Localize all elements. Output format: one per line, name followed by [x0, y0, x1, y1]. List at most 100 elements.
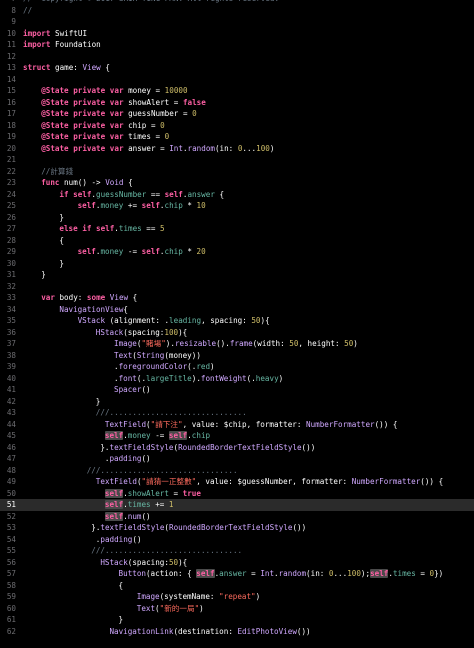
code-token: ... [242, 143, 257, 153]
code-line[interactable]: 16 @State private var showAlert = false [0, 97, 474, 109]
code-line[interactable]: 46}.textFieldStyle(RoundedBorderTextFiel… [0, 442, 474, 454]
line-number: 42 [6, 396, 16, 406]
code-token: Spacer [114, 385, 142, 394]
code-line[interactable]: 45 self.money -= self.chip [0, 430, 474, 442]
code-text: @State private var times = 0 [41, 131, 169, 143]
code-line[interactable]: 33 var body: some View { [0, 292, 474, 304]
line-number: 15 [6, 86, 16, 95]
code-token: self [73, 189, 92, 199]
code-line[interactable]: 18 @State private var chip = 0 [0, 120, 474, 132]
code-line[interactable]: 23 func num() -> Void { [0, 177, 474, 189]
code-text: Text("新的一局") [137, 603, 204, 615]
code-text: .padding() [105, 453, 151, 465]
code-line[interactable]: 22 //計算錢 [0, 166, 474, 178]
code-line[interactable]: 13 struct game: View { [0, 62, 474, 74]
code-line[interactable]: 30} [0, 258, 474, 270]
code-token: NumberFormatter [351, 477, 421, 486]
line-number: 21 [6, 155, 16, 164]
code-line[interactable]: 12 [0, 51, 474, 63]
code-line[interactable]: 25 self.money += self.chip * 10 [0, 200, 474, 212]
line-number: 23 [6, 178, 16, 187]
code-line[interactable]: 44 TextField("請下注", value: $chip, formatt… [0, 419, 474, 431]
line-number: 52 [6, 511, 16, 521]
code-line[interactable]: 40 .font(.largeTitle).fontWeight(.heavy) [0, 373, 474, 385]
code-text: NavigationView{ [59, 304, 128, 316]
code-line[interactable]: 14 [0, 74, 474, 86]
code-token: Void [105, 178, 124, 187]
code-line[interactable]: 54 .padding() [0, 534, 474, 546]
code-line[interactable]: 51 self.times += 1 [0, 499, 474, 511]
code-line[interactable]: 24 if self.guessNumber == self.answer { [0, 189, 474, 201]
code-line[interactable]: 43 ///.............................. [0, 407, 474, 419]
code-line[interactable]: 52 self.num() [0, 511, 474, 523]
code-token: TextField [95, 477, 137, 486]
code-line[interactable]: 49 TextField("請猜一正整數", value: $guessNumbe… [0, 476, 474, 488]
code-line[interactable]: 60 Text("新的一局") [0, 603, 474, 615]
code-line[interactable]: 57 Button(action: { self.answer = Int.ran… [0, 568, 474, 580]
code-token: } [41, 270, 46, 279]
code-line[interactable]: 47 .padding() [0, 453, 474, 465]
code-token: NumberFormatter [306, 419, 375, 429]
code-text: Image("賭場").resizable().frame(width: 50,… [114, 338, 358, 350]
code-line[interactable]: 19 @State private var times = 0 [0, 131, 474, 143]
code-line[interactable]: 17 @State private var guessNumber = 0 [0, 108, 474, 120]
line-number: 60 [6, 603, 16, 613]
code-line[interactable]: 15 @State private var money = 10000 [0, 85, 474, 97]
code-line[interactable]: 26} [0, 212, 474, 224]
code-token: NavigationLink [109, 626, 174, 636]
code-token: (spacing: [127, 557, 169, 567]
code-line[interactable]: 10 import SwiftUI [0, 28, 474, 40]
line-number: 40 [6, 373, 16, 383]
code-token: @State [41, 132, 69, 141]
code-token: "請下注" [150, 419, 183, 429]
code-line[interactable]: 55 ///.............................. [0, 545, 474, 557]
line-number: 54 [6, 534, 16, 544]
code-token: = [415, 569, 430, 578]
line-number: 38 [6, 350, 16, 360]
code-line[interactable]: 21 [0, 154, 474, 166]
code-line[interactable]: 61} [0, 614, 474, 626]
code-token: private [73, 97, 106, 107]
code-line[interactable]: 58 { [0, 580, 474, 592]
code-token: self [104, 431, 124, 440]
code-line[interactable]: 62 NavigationLink(destination: EditPhotoV… [0, 626, 474, 638]
code-line[interactable]: 29 self.money -= self.chip * 20 [0, 246, 474, 258]
code-token: self [141, 247, 160, 256]
code-line[interactable]: 36 HStack(spacing:100){ [0, 327, 474, 339]
code-token: "請猜一正整數" [141, 477, 197, 486]
line-number: 8 [11, 5, 16, 15]
code-token: money [127, 431, 151, 440]
code-line[interactable]: 38 Text(String(money)) [0, 350, 474, 362]
code-line[interactable]: 39 .foregroundColor(.red) [0, 361, 474, 373]
code-text: Spacer() [114, 384, 151, 396]
code-line[interactable]: 41 Spacer() [0, 384, 474, 396]
code-line[interactable]: 59 Image(systemName: "repeat") [0, 591, 474, 603]
code-token: showAlert = [123, 97, 183, 107]
code-line[interactable]: 56 HStack(spacing:50){ [0, 557, 474, 569]
code-line[interactable]: 27 else if self.times == 5 [0, 223, 474, 235]
code-line[interactable]: 53}.textFieldStyle(RoundedBorderTextFiel… [0, 522, 474, 534]
code-token: private [73, 120, 106, 130]
code-token: 20 [196, 247, 206, 256]
code-token: VStack [77, 316, 106, 325]
code-token: 5 [160, 224, 165, 233]
code-line[interactable]: 50 self.showAlert = true [0, 488, 474, 500]
code-line[interactable]: 32 [0, 281, 474, 293]
code-line[interactable]: 34 NavigationView{ [0, 304, 474, 316]
code-line[interactable]: 31} [0, 269, 474, 281]
code-token: resizable [174, 339, 217, 348]
code-line[interactable]: 11 import Foundation [0, 39, 474, 51]
code-token: @State [41, 143, 69, 153]
code-token: String [136, 350, 165, 360]
code-line[interactable]: 35 VStack (alignment: .leading, spacing: … [0, 315, 474, 327]
code-line[interactable]: 9 [0, 16, 474, 28]
code-line[interactable]: 8 // [0, 5, 474, 17]
code-token: frame [229, 339, 253, 348]
code-editor[interactable]: 7// Copyright © 2017 SHIH YING PAN. All … [0, 0, 474, 648]
code-line[interactable]: 37 Image("賭場").resizable().frame(width: 5… [0, 338, 474, 350]
code-token: { [123, 178, 133, 187]
code-line[interactable]: 28 { [0, 235, 474, 247]
code-line[interactable]: 48 ///.............................. [0, 465, 474, 477]
code-line[interactable]: 42} [0, 396, 474, 408]
code-line[interactable]: 20 @State private var answer = Int.random… [0, 143, 474, 155]
